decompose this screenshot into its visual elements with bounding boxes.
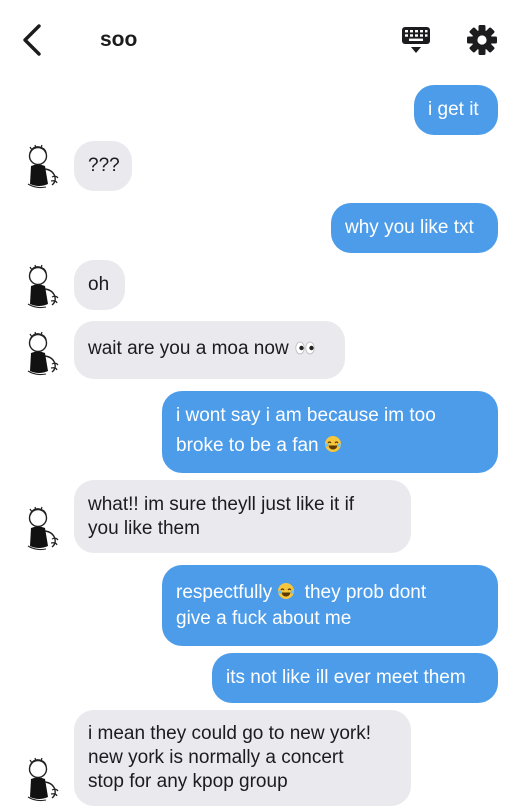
- message-text: wait are you a moa now: [88, 338, 289, 359]
- message-text: new york is normally a concert: [88, 747, 344, 768]
- avatar[interactable]: [22, 144, 64, 190]
- message-text: you like them: [88, 517, 200, 539]
- incoming-message: i mean they could go to new york! new yo…: [74, 710, 411, 806]
- message-text: they prob dont: [304, 581, 427, 603]
- incoming-message: ???: [74, 141, 132, 191]
- avatar[interactable]: [22, 757, 64, 803]
- message-text: oh: [88, 274, 110, 295]
- eyes-emoji: [294, 339, 316, 363]
- message-text: i get it: [428, 99, 479, 120]
- message-text: give a fuck about me: [176, 607, 352, 629]
- outgoing-message: i wont say i am because im too broke to …: [162, 391, 498, 473]
- incoming-message: what!! im sure theyll just like it if yo…: [74, 480, 411, 553]
- message-text: why you like txt: [345, 217, 474, 238]
- avatar[interactable]: [22, 264, 64, 310]
- message-thread: i get it ??? why you like txt oh wait ar…: [0, 0, 515, 810]
- incoming-message: wait are you a moa now: [74, 321, 345, 379]
- profile-sketch-icon: [27, 144, 59, 189]
- profile-sketch-icon: [27, 264, 59, 309]
- outgoing-message: i get it: [414, 85, 498, 135]
- message-text: its not like ill ever meet them: [226, 667, 466, 688]
- outgoing-message: respectfully they prob dont give a fuck …: [162, 565, 498, 646]
- message-text: ???: [88, 155, 120, 176]
- outgoing-message: why you like txt: [331, 203, 498, 253]
- message-text: respectfully: [176, 581, 273, 603]
- avatar[interactable]: [22, 506, 64, 552]
- avatar[interactable]: [22, 331, 64, 377]
- laughing-emoji: [277, 582, 295, 607]
- message-text: what!! im sure theyll just like it if: [88, 493, 355, 515]
- laughing-emoji: [324, 433, 342, 463]
- message-text: i mean they could go to new york!: [88, 723, 372, 744]
- incoming-message: oh: [74, 260, 125, 310]
- outgoing-message: its not like ill ever meet them: [212, 653, 498, 703]
- message-text: broke to be a fan: [176, 435, 319, 456]
- profile-sketch-icon: [27, 331, 59, 376]
- profile-sketch-icon: [27, 506, 59, 551]
- profile-sketch-icon: [27, 757, 59, 802]
- message-text: i wont say i am because im too: [176, 405, 436, 426]
- message-text: stop for any kpop group: [88, 771, 288, 792]
